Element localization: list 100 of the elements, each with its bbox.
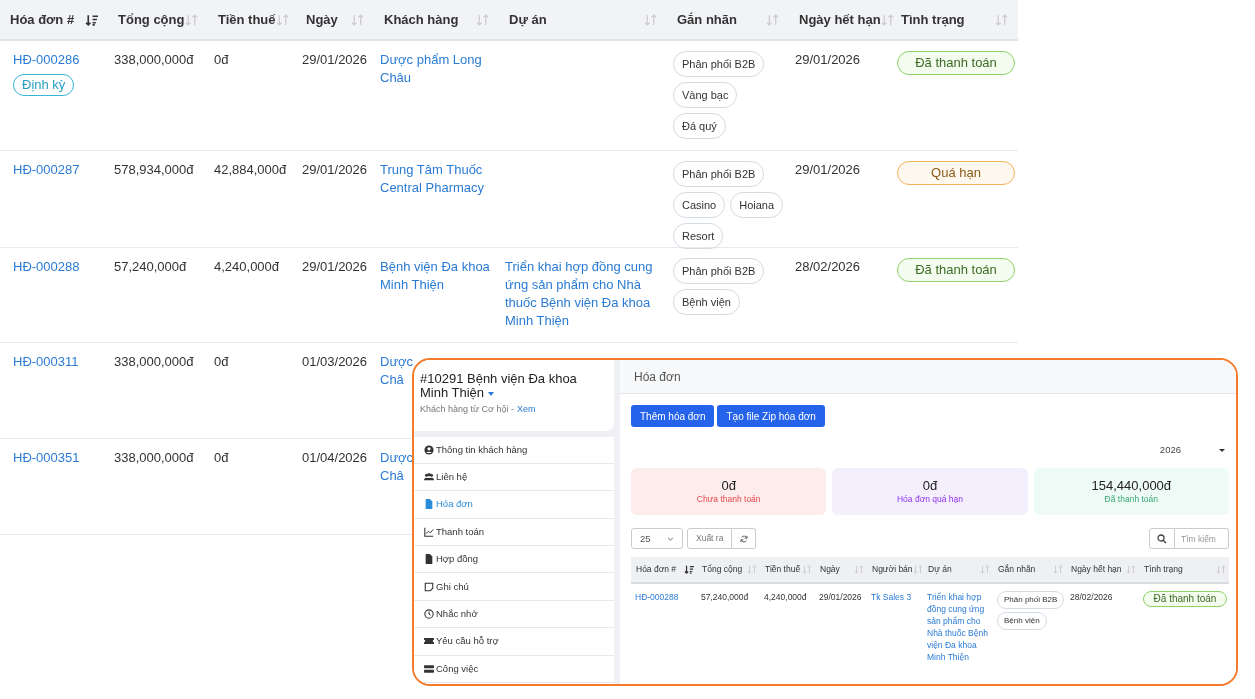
status-badge: Đã thanh toán (897, 51, 1015, 75)
stat-value: 0đ (721, 477, 736, 493)
table-cell: 29/01/2026 (795, 52, 861, 67)
view-link[interactable]: Xem (517, 403, 536, 417)
table-cell: 578,934,000đ (114, 162, 194, 177)
column-header: Tổng cộng (118, 10, 185, 29)
table-cell: 0đ (214, 354, 229, 369)
sidebar-item[interactable]: Ghi chú (414, 573, 614, 601)
document-icon (424, 499, 434, 510)
chevron-down-icon (667, 536, 674, 541)
stat-label: Chưa thanh toán (696, 492, 761, 506)
ticket-icon (424, 636, 434, 647)
column-header: Ngày (820, 563, 840, 577)
year-select[interactable]: 2026 (1159, 443, 1225, 458)
table-cell: 338,000,000đ (114, 354, 194, 369)
customer-link[interactable]: Bệnh viện Đa khoa Minh Thiện (380, 258, 493, 294)
invoice-link[interactable]: HĐ-000286 (13, 51, 80, 69)
table-cell: 338,000,000đ (114, 450, 194, 465)
sort-icon[interactable] (1053, 565, 1063, 575)
column-header: Gắn nhãn (998, 563, 1036, 577)
refresh-button[interactable] (732, 528, 757, 550)
sidebar-item[interactable]: Hợp đồng (414, 546, 614, 574)
table-cell: 29/01/2026 (819, 592, 862, 603)
sort-icon[interactable] (880, 13, 894, 26)
table-cell: 57,240,000đ (114, 259, 187, 274)
sort-icon[interactable] (766, 13, 779, 26)
column-header: Tiền thuế (765, 563, 801, 577)
customer-link[interactable]: Dược Châ (380, 449, 410, 485)
sort-descending-icon[interactable] (85, 13, 98, 26)
project-link[interactable]: Triển khai hợp đồng cung ứng sản phẩm cho Nhà thuốc Bệnh viện Đa khoa Minh Thiện (505, 258, 661, 330)
sidebar-item[interactable]: Nhắc nhở (414, 600, 614, 629)
customer-link[interactable]: Trung Tâm Thuốc Central Pharmacy (380, 161, 493, 197)
column-header: Ngày hết hạn (1071, 563, 1122, 577)
stack-icon (424, 663, 434, 674)
column-header: Dự án (928, 563, 952, 577)
column-header: Ngày hết hạn (799, 10, 881, 29)
column-header: Hóa đơn # (10, 10, 75, 29)
column-header: Tổng cộng (702, 563, 743, 577)
action-button[interactable]: Tạo file Zip hóa đơn (717, 405, 825, 427)
sidebar-item[interactable]: Thông tin khách hàng (414, 436, 614, 464)
sidebar-item[interactable]: Yêu cầu hỗ trợ (414, 628, 614, 656)
stat-label: Đã thanh toán (1104, 492, 1158, 506)
invoice-link[interactable]: HĐ-000287 (13, 161, 80, 179)
sort-descending-icon[interactable] (684, 565, 694, 575)
table-cell: 0đ (214, 52, 229, 67)
refresh-icon (739, 534, 748, 543)
table-cell: 4,240,000đ (764, 592, 807, 603)
seller-link[interactable]: Tk Sales 3 (871, 592, 912, 603)
sidebar-item[interactable]: Hóa đơn (414, 491, 614, 519)
sort-icon[interactable] (644, 13, 657, 26)
search-icon (1157, 533, 1167, 544)
customer-link[interactable]: Dược phẩm Long Châu (380, 51, 493, 87)
column-header: Tình trạng (901, 10, 965, 29)
column-header: Khách hàng (384, 10, 459, 29)
section-heading: Hóa đơn (634, 368, 681, 386)
invoice-link[interactable]: HĐ-000288 (13, 258, 80, 276)
invoice-link[interactable]: HĐ-000288 (635, 592, 679, 603)
table-cell: 29/01/2026 (795, 162, 861, 177)
table-cell: 01/03/2026 (302, 354, 368, 369)
sort-icon[interactable] (1126, 565, 1136, 575)
sort-icon[interactable] (747, 565, 757, 575)
page-size-select[interactable]: 25 (631, 528, 683, 550)
sort-icon[interactable] (185, 13, 198, 26)
sort-icon[interactable] (476, 13, 489, 26)
status-badge: Quá hạn (897, 161, 1015, 185)
status-badge: Đã thanh toán (897, 258, 1015, 282)
sort-icon[interactable] (1216, 565, 1226, 575)
sort-icon[interactable] (995, 13, 1008, 26)
sort-icon[interactable] (980, 565, 990, 575)
action-button[interactable]: Thêm hóa đơn (631, 405, 715, 427)
sidebar-item[interactable]: Công việc (414, 655, 614, 683)
sort-icon[interactable] (275, 13, 289, 26)
export-button[interactable]: Xuất ra (687, 528, 733, 550)
sidebar-item[interactable]: Liên hệ (414, 463, 614, 492)
search-field[interactable]: Tìm kiếm (1175, 528, 1229, 550)
customer-source: Khách hàng từ Cơ hội - (420, 403, 514, 416)
invoice-link[interactable]: HĐ-000351 (13, 449, 80, 467)
sort-icon[interactable] (351, 13, 364, 26)
table-cell: 29/01/2026 (302, 52, 368, 67)
note-icon (424, 581, 434, 592)
caret-icon[interactable] (488, 391, 495, 396)
column-header: Tình trạng (1144, 563, 1183, 577)
table-cell: 29/01/2026 (302, 259, 368, 274)
sidebar-item[interactable]: Thanh toán (414, 518, 614, 547)
column-header: Gắn nhãn (677, 10, 737, 29)
stat-label: Hóa đơn quá hạn (896, 492, 964, 506)
stat-value: 154,440,000đ (1091, 477, 1172, 493)
stat-value: 0đ (922, 477, 938, 493)
customer-title: #10291 Bệnh viện Đa khoa Minh Thiện (420, 372, 578, 400)
sort-icon[interactable] (912, 565, 923, 575)
sort-icon[interactable] (802, 565, 812, 575)
sort-icon[interactable] (854, 565, 864, 575)
project-link[interactable]: Triển khai hợp đồng cung ứng sản phẩm cho Nhà thuốc Bệnh viện Đa khoa Minh Thiện (927, 591, 989, 664)
clock-icon (424, 609, 434, 620)
status-badge: Đã thanh toán (1143, 591, 1227, 608)
column-header: Người bán (872, 563, 913, 577)
invoice-link[interactable]: HĐ-000311 (13, 353, 79, 371)
users-icon (424, 472, 434, 483)
table-cell: 42,884,000đ (214, 162, 287, 177)
document-icon (424, 554, 434, 565)
